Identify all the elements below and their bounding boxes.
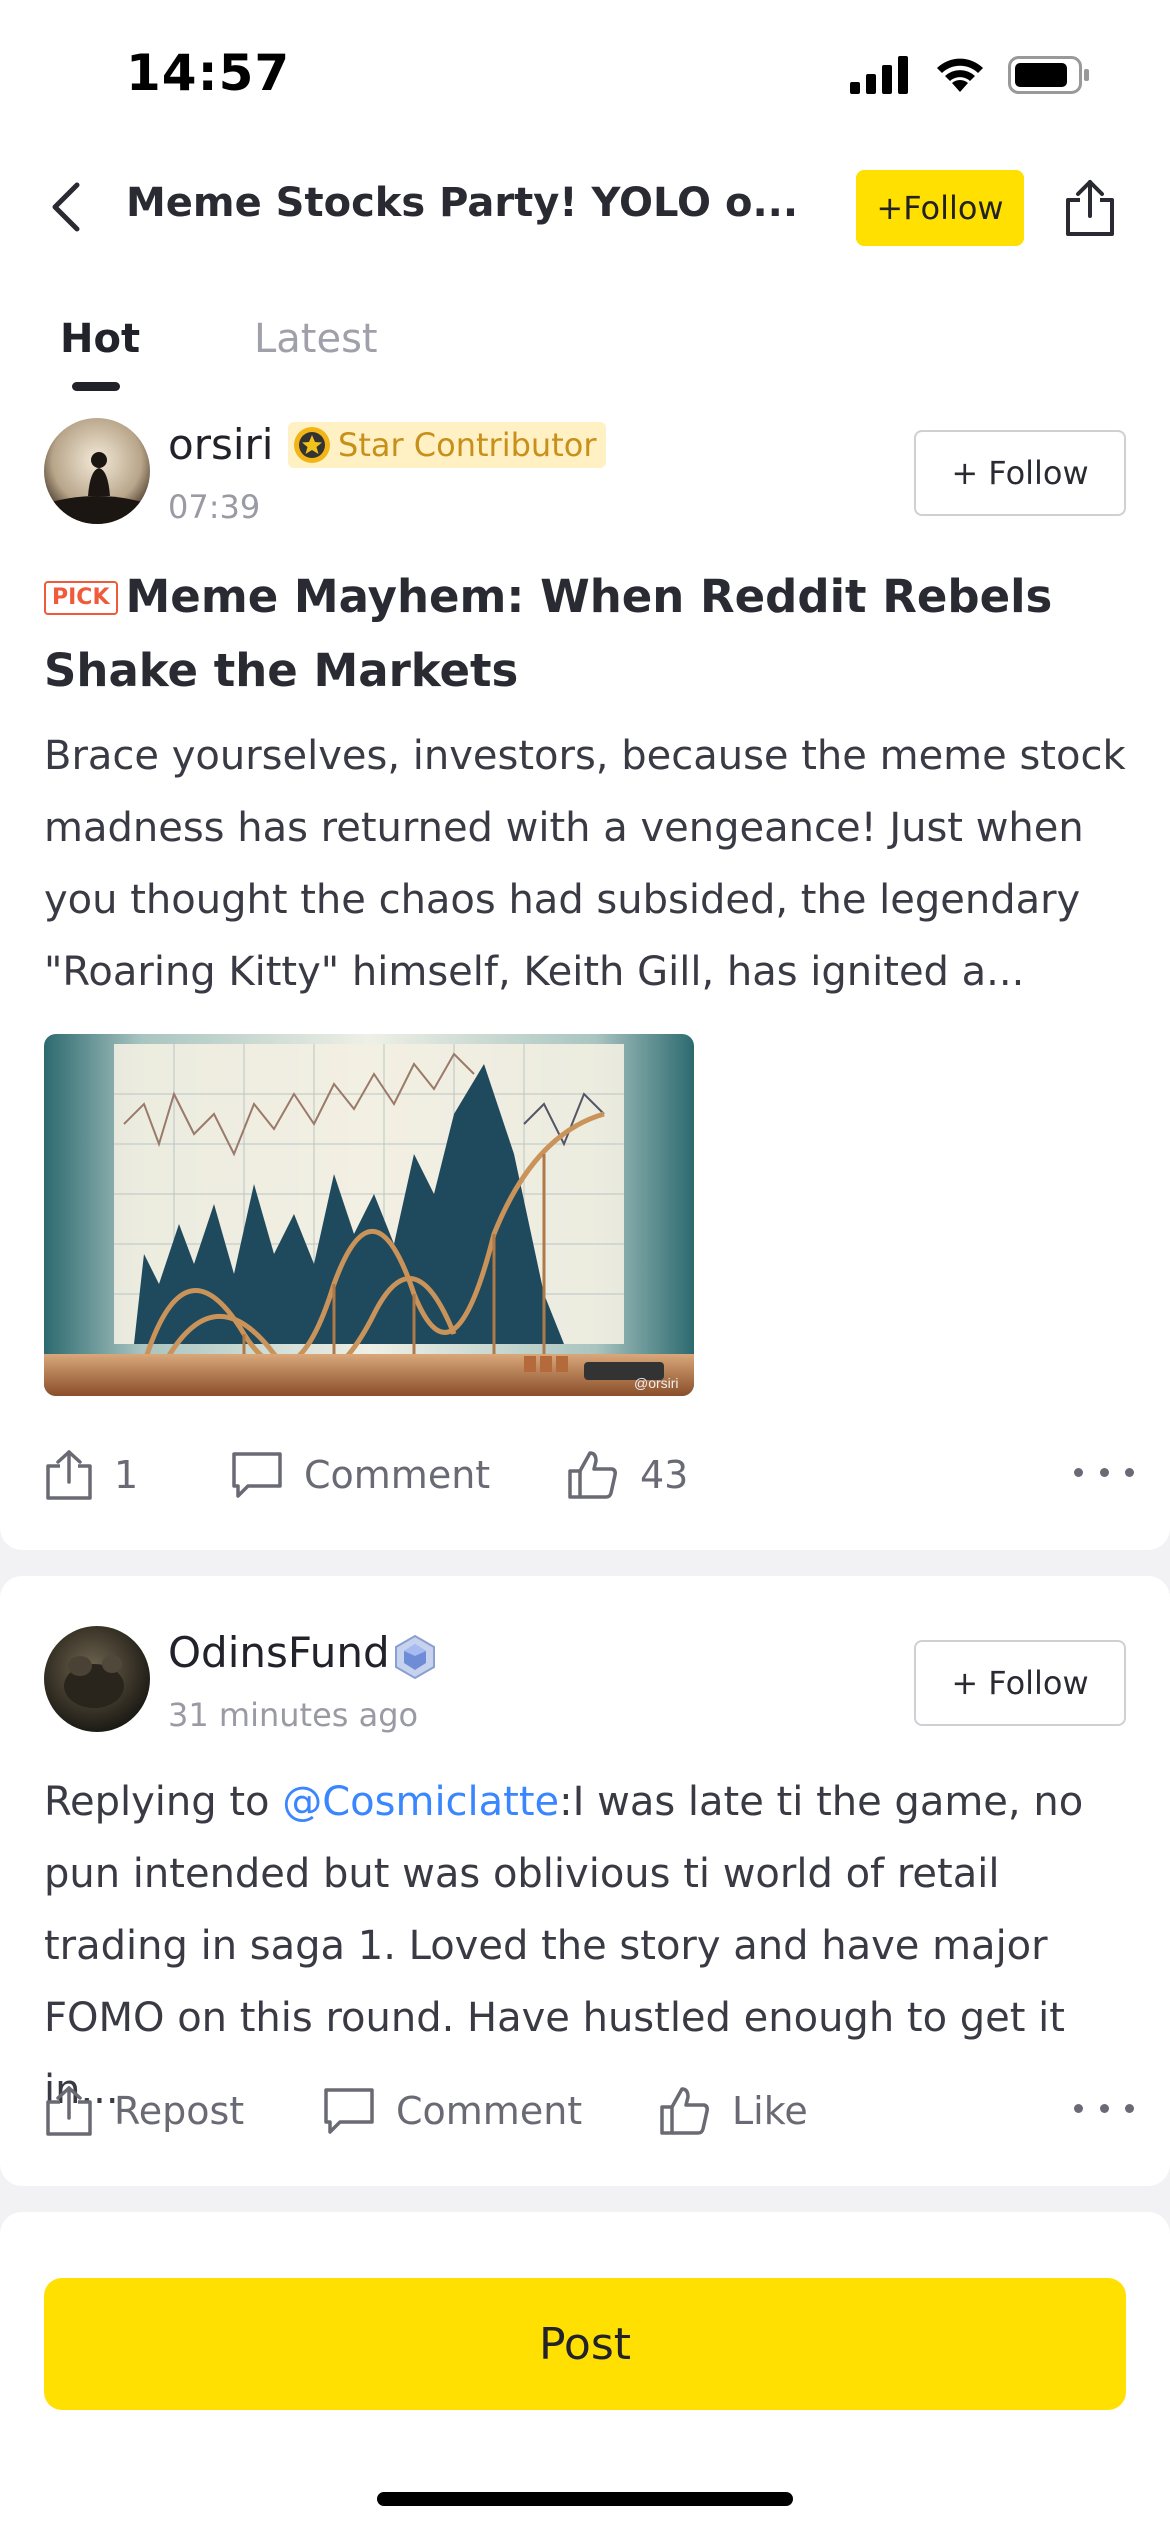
home-indicator[interactable] — [377, 2492, 793, 2506]
more-dot-icon — [1099, 2103, 1109, 2113]
wifi-icon — [937, 58, 983, 92]
page-title: Meme Stocks Party! YOLO o... — [126, 180, 799, 226]
thumbs-up-icon — [568, 1451, 617, 1499]
more-options-button[interactable] — [1074, 1452, 1134, 1492]
comment-icon — [324, 2088, 374, 2134]
username[interactable]: OdinsFund — [168, 1628, 390, 1677]
post-actions: Repost Comment Like — [44, 2076, 1134, 2146]
repost-button[interactable]: Repost — [44, 2076, 244, 2146]
nav-header: Meme Stocks Party! YOLO o... +Follow — [0, 150, 1170, 270]
repost-count: 1 — [114, 1453, 139, 1497]
status-icons — [850, 56, 1090, 94]
tab-bar: Hot Latest — [0, 270, 1170, 400]
like-count: 43 — [640, 1453, 689, 1497]
share-icon — [46, 2086, 92, 2136]
tab-active-indicator — [72, 382, 120, 391]
post-card[interactable]: OdinsFund 31 minutes ago + Follow Replyi… — [0, 1576, 1170, 2186]
comment-label: Comment — [304, 1453, 491, 1497]
share-button[interactable] — [1058, 176, 1122, 240]
follow-topic-button[interactable]: +Follow — [856, 170, 1024, 246]
back-button[interactable] — [36, 172, 96, 242]
comment-label: Comment — [396, 2089, 583, 2133]
post-card[interactable]: orsiri Star Contributor 07:39 + Follow P… — [0, 400, 1170, 1550]
tab-latest[interactable]: Latest — [254, 316, 378, 362]
share-icon — [46, 1450, 92, 1500]
like-button[interactable]: 43 — [566, 1440, 688, 1510]
mention-link[interactable]: @Cosmiclatte — [282, 1779, 559, 1825]
verified-gem-icon — [395, 1634, 435, 1680]
comment-button[interactable]: Comment — [230, 1440, 490, 1510]
reply-text: :I was late ti the game, no pun intended… — [44, 1779, 1084, 2113]
chevron-left-icon — [52, 182, 80, 232]
like-button[interactable]: Like — [658, 2076, 808, 2146]
star-badge-icon — [294, 427, 330, 463]
more-dot-icon — [1099, 1467, 1109, 1477]
post-title-text: Meme Mayhem: When Reddit Rebels Shake th… — [44, 570, 1053, 697]
thumbs-up-icon — [660, 2087, 709, 2135]
more-options-button[interactable] — [1074, 2088, 1134, 2128]
post-time: 07:39 — [168, 488, 261, 526]
username[interactable]: orsiri — [168, 420, 273, 469]
avatar[interactable] — [44, 1626, 150, 1732]
comment-icon — [232, 1452, 282, 1498]
bottom-bar: Post — [0, 2212, 1170, 2532]
follow-button[interactable]: + Follow — [914, 430, 1126, 516]
post-time: 31 minutes ago — [168, 1696, 419, 1734]
follow-button[interactable]: + Follow — [914, 1640, 1126, 1726]
screen: 14:57 Meme Stocks Party! YOLO o... +Foll… — [0, 0, 1170, 2532]
comment-button[interactable]: Comment — [322, 2076, 582, 2146]
more-dot-icon — [1125, 1467, 1134, 1477]
post-button[interactable]: Post — [44, 2278, 1126, 2410]
status-bar: 14:57 — [0, 0, 1170, 150]
more-dot-icon — [1074, 1467, 1083, 1477]
avatar[interactable] — [44, 418, 150, 524]
image-watermark: @orsiri — [634, 1375, 679, 1391]
status-time: 14:57 — [126, 44, 291, 102]
battery-icon — [1008, 56, 1089, 94]
repost-label: Repost — [114, 2089, 245, 2133]
reply-prefix: Replying to — [44, 1779, 283, 1825]
pick-tag: PICK — [44, 581, 118, 615]
share-icon — [1066, 180, 1114, 236]
post-body[interactable]: Replying to @Cosmiclatte:I was late ti t… — [44, 1766, 1134, 2126]
post-title[interactable]: PICK Meme Mayhem: When Reddit Rebels Shak… — [44, 560, 1134, 708]
repost-button[interactable]: 1 — [44, 1440, 138, 1510]
more-dot-icon — [1074, 2103, 1083, 2113]
more-dot-icon — [1125, 2103, 1134, 2113]
post-image[interactable]: @orsiri — [44, 1034, 694, 1396]
post-actions: 1 Comment 43 — [44, 1440, 1134, 1510]
star-contributor-badge: Star Contributor — [288, 422, 607, 468]
like-label: Like — [732, 2089, 808, 2133]
signal-icon — [850, 56, 908, 94]
tab-hot[interactable]: Hot — [60, 316, 140, 362]
post-body[interactable]: Brace yourselves, investors, because the… — [44, 720, 1134, 1008]
badge-label: Star Contributor — [338, 426, 597, 464]
